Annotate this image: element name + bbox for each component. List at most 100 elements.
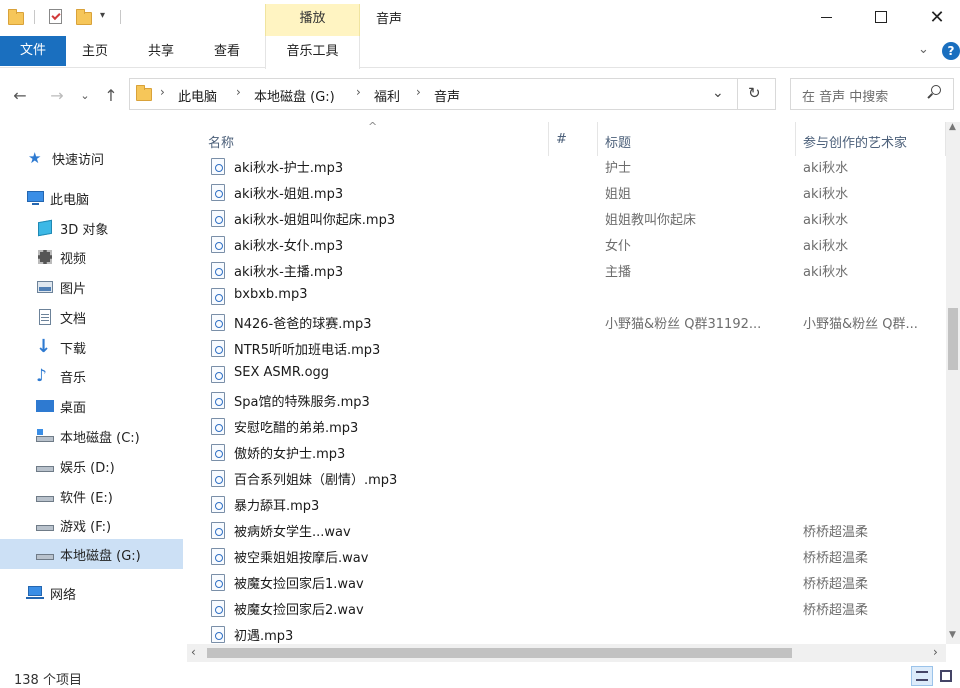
tab-music-tools[interactable]: 音乐工具: [265, 36, 360, 69]
nav-documents[interactable]: 文档: [0, 303, 183, 331]
audio-file-icon: [211, 262, 225, 279]
vertical-scrollbar[interactable]: ▲ ▼: [946, 122, 960, 644]
file-row[interactable]: 被魔女捡回家后2.wav 桥桥超温柔: [187, 595, 947, 621]
scroll-up-icon[interactable]: ▲: [949, 122, 956, 132]
file-row[interactable]: 初遇.mp3: [187, 621, 947, 644]
nav-network[interactable]: 网络: [0, 579, 183, 607]
breadcrumb-drive-g[interactable]: 本地磁盘 (G:): [254, 86, 335, 105]
file-row[interactable]: 被病娇女学生...wav 桥桥超温柔: [187, 517, 947, 543]
nav-videos[interactable]: 视频: [0, 243, 183, 271]
vertical-scroll-thumb[interactable]: [948, 308, 958, 370]
nav-this-pc[interactable]: 此电脑: [0, 184, 183, 212]
column-header-name[interactable]: 名称: [208, 132, 234, 151]
back-button[interactable]: ←: [9, 84, 31, 106]
column-header-number[interactable]: #: [556, 132, 567, 147]
file-row[interactable]: 百合系列姐妹（剧情）.mp3: [187, 465, 947, 491]
file-row[interactable]: 安慰吃醋的弟弟.mp3: [187, 413, 947, 439]
close-button[interactable]: ✕: [914, 0, 960, 34]
file-row[interactable]: aki秋水-姐姐叫你起床.mp3 姐姐教叫你起床 aki秋水: [187, 205, 947, 231]
status-bar: 138 个项目: [0, 664, 960, 688]
breadcrumb-this-pc[interactable]: 此电脑: [178, 86, 217, 105]
divider: [120, 10, 121, 24]
nav-pictures[interactable]: 图片: [0, 273, 183, 301]
chevron-right-icon[interactable]: ›: [416, 85, 421, 99]
file-name: 被魔女捡回家后2.wav: [234, 603, 364, 618]
chevron-right-icon[interactable]: ›: [236, 85, 241, 99]
file-row[interactable]: aki秋水-护士.mp3 护士 aki秋水: [187, 153, 947, 179]
tab-file[interactable]: 文件: [0, 36, 66, 66]
column-header-artist[interactable]: 参与创作的艺术家: [803, 132, 907, 151]
breadcrumb-yinsheng[interactable]: 音声: [434, 86, 460, 105]
breadcrumb-fuli[interactable]: 福利: [374, 86, 400, 105]
file-row[interactable]: aki秋水-姐姐.mp3 姐姐 aki秋水: [187, 179, 947, 205]
forward-button[interactable]: →: [46, 84, 68, 106]
help-icon[interactable]: ?: [942, 42, 960, 60]
nav-drive-e[interactable]: 软件 (E:): [0, 482, 183, 510]
tab-home[interactable]: 主页: [66, 38, 124, 68]
scroll-down-icon[interactable]: ▼: [949, 630, 956, 640]
nav-drive-g[interactable]: 本地磁盘 (G:): [0, 539, 183, 569]
file-row[interactable]: bxbxb.mp3: [187, 283, 947, 309]
file-row[interactable]: Spa馆的特殊服务.mp3: [187, 387, 947, 413]
file-row[interactable]: NTR5听听加班电话.mp3: [187, 335, 947, 361]
file-row[interactable]: aki秋水-主播.mp3 主播 aki秋水: [187, 257, 947, 283]
horizontal-scrollbar[interactable]: ‹ ›: [187, 644, 946, 662]
file-row[interactable]: 傲娇的女护士.mp3: [187, 439, 947, 465]
new-folder-icon[interactable]: [76, 8, 92, 26]
large-icons-view-button[interactable]: [935, 666, 957, 686]
file-name: 被病娇女学生...wav: [234, 525, 351, 540]
nav-music[interactable]: ♪ 音乐: [0, 362, 183, 390]
maximize-button[interactable]: [858, 0, 904, 34]
file-row[interactable]: SEX ASMR.ogg: [187, 361, 947, 387]
qat-dropdown-icon[interactable]: ▾: [100, 10, 105, 21]
file-artist: aki秋水: [803, 239, 849, 254]
file-row[interactable]: 被空乘姐姐按摩后.wav 桥桥超温柔: [187, 543, 947, 569]
tab-view[interactable]: 查看: [198, 38, 256, 68]
chevron-right-icon[interactable]: ›: [160, 85, 165, 99]
audio-file-icon: [211, 548, 225, 565]
recent-locations-button[interactable]: ⌄: [74, 84, 96, 106]
column-divider[interactable]: [548, 122, 549, 156]
nav-desktop[interactable]: 桌面: [0, 392, 183, 420]
nav-quick-access[interactable]: ★ 快速访问: [0, 144, 183, 172]
horizontal-scroll-thumb[interactable]: [207, 648, 792, 658]
column-header-title[interactable]: 标题: [605, 132, 631, 151]
nav-drive-f[interactable]: 游戏 (F:): [0, 511, 183, 539]
nav-drive-c[interactable]: 本地磁盘 (C:): [0, 422, 183, 450]
tab-share[interactable]: 共享: [132, 38, 190, 68]
column-divider[interactable]: [795, 122, 796, 156]
arrow-right-icon: →: [50, 85, 64, 105]
properties-icon[interactable]: [48, 8, 64, 26]
nav-3d-objects[interactable]: 3D 对象: [0, 214, 183, 242]
search-input[interactable]: 在 音声 中搜索: [802, 86, 888, 105]
up-button[interactable]: ↑: [100, 84, 122, 106]
details-view-button[interactable]: [911, 666, 933, 686]
file-artist: 桥桥超温柔: [803, 577, 869, 592]
minimize-icon: [820, 16, 832, 18]
expand-ribbon-icon[interactable]: ⌄: [918, 42, 929, 57]
file-row[interactable]: 暴力舔耳.mp3: [187, 491, 947, 517]
file-name: bxbxb.mp3: [234, 287, 308, 302]
nav-drive-d[interactable]: 娱乐 (D:): [0, 452, 183, 480]
desktop-icon: [36, 398, 54, 414]
file-title: 小野猫&粉丝 Q群31192...: [605, 317, 762, 332]
file-row[interactable]: 被魔女捡回家后1.wav 桥桥超温柔: [187, 569, 947, 595]
navigation-pane: ★ 快速访问 此电脑 3D 对象 视频 图片 文档 ↓ 下载 ♪ 音乐 桌面 本…: [0, 128, 183, 658]
audio-file-icon: [211, 444, 225, 461]
divider: [34, 10, 35, 24]
file-row[interactable]: aki秋水-女仆.mp3 女仆 aki秋水: [187, 231, 947, 257]
file-row[interactable]: N426-爸爸的球赛.mp3 小野猫&粉丝 Q群31192... 小野猫&粉丝 Q群…: [187, 309, 947, 335]
drive-icon: [36, 546, 54, 562]
nav-downloads[interactable]: ↓ 下载: [0, 333, 183, 361]
search-box[interactable]: 在 音声 中搜索: [790, 78, 954, 110]
refresh-icon[interactable]: ↻: [748, 84, 761, 102]
scroll-right-icon[interactable]: ›: [933, 645, 938, 659]
scroll-left-icon[interactable]: ‹: [191, 645, 196, 659]
chevron-right-icon[interactable]: ›: [356, 85, 361, 99]
file-name: 安慰吃醋的弟弟.mp3: [234, 421, 359, 436]
nav-label: 软件 (E:): [60, 490, 113, 506]
minimize-button[interactable]: [803, 0, 849, 34]
address-bar[interactable]: › 此电脑 › 本地磁盘 (G:) › 福利 › 音声 ⌄ ↻: [129, 78, 776, 110]
column-divider[interactable]: [597, 122, 598, 156]
address-dropdown-icon[interactable]: ⌄: [712, 85, 724, 101]
